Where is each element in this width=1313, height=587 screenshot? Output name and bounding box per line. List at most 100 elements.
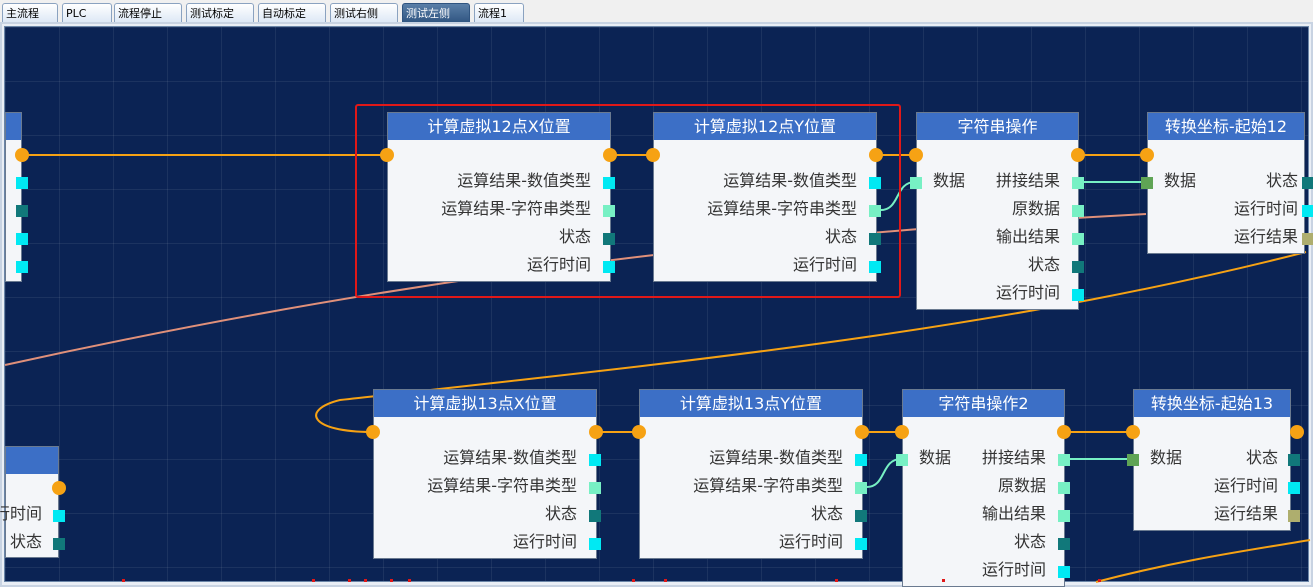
output-port[interactable] [855,538,867,550]
flow-out-port[interactable] [1071,148,1085,162]
output-label: 拼接结果 [981,448,1046,467]
output-label: 输出结果 [995,227,1060,246]
output-port[interactable] [1072,205,1084,217]
flow-out-port[interactable] [589,425,603,439]
output-label: 运行时间 [1233,199,1298,218]
input-port[interactable] [1141,177,1153,189]
input-port[interactable] [896,454,908,466]
ruler-mark [632,579,635,582]
node-title: 计算虚拟13点X位置 [374,390,596,417]
output-port[interactable] [589,538,601,550]
output-port[interactable] [16,261,28,273]
node-string-operation-2[interactable]: 字符串操作2 数据 拼接结果 原数据 输出结果 状态 运行时间 [903,390,1064,586]
flow-in-port[interactable] [1126,425,1140,439]
output-label: 运算结果-数值类型 [443,448,577,467]
input-label: 数据 [1164,171,1197,190]
flow-out-port[interactable] [52,481,66,495]
output-label: 状态 [1027,255,1060,274]
output-port[interactable] [53,538,65,550]
output-port[interactable] [855,454,867,466]
output-port[interactable] [1288,510,1300,522]
output-label: 运行时间 [0,504,42,523]
output-label: 运行结果 [1213,504,1278,523]
output-port[interactable] [1072,177,1084,189]
node-calc-13-x[interactable]: 计算虚拟13点X位置 运算结果-数值类型 运算结果-字符串类型 状态 运行时间 [374,390,596,558]
flow-out-port[interactable] [855,425,869,439]
output-port[interactable] [16,233,28,245]
output-port[interactable] [1072,289,1084,301]
node-title: 字符串操作 [917,113,1078,140]
flow-out-port[interactable] [1057,425,1071,439]
flow-out-port[interactable] [1290,425,1304,439]
output-port[interactable] [1058,566,1070,578]
output-port[interactable] [855,482,867,494]
ruler-mark [1098,579,1101,582]
flow-out-port[interactable] [15,148,29,162]
node-calc-13-y[interactable]: 计算虚拟13点Y位置 运算结果-数值类型 运算结果-字符串类型 状态 运行时间 [640,390,862,558]
output-port[interactable] [1302,233,1313,245]
flow-in-port[interactable] [366,425,380,439]
ruler-mark [408,579,411,582]
output-port[interactable] [1302,205,1313,217]
partial-node-bottom-left[interactable]: 运行时间 状态 [0,447,58,557]
output-label: 状态 [1265,171,1298,190]
output-port[interactable] [1302,177,1313,189]
ruler-mark [364,579,367,582]
ruler-mark [390,579,393,582]
node-string-operation[interactable]: 字符串操作 数据 拼接结果 原数据 输出结果 状态 运行时间 [917,113,1078,309]
input-port[interactable] [1127,454,1139,466]
output-label: 状态 [1013,532,1046,551]
input-label: 数据 [933,171,966,190]
output-port[interactable] [1288,454,1300,466]
node-header [6,113,21,140]
output-port[interactable] [589,510,601,522]
output-label: 运算结果-字符串类型 [427,476,577,495]
output-label: 拼接结果 [995,171,1060,190]
output-label: 运行时间 [981,560,1046,579]
partial-node-top-left[interactable] [6,113,21,281]
output-label: 运行时间 [995,283,1060,302]
output-label: 原数据 [1011,199,1060,218]
node-title: 转换坐标-起始12 [1148,113,1304,140]
output-port[interactable] [1072,261,1084,273]
ruler-mark [664,579,667,582]
ruler-mark [122,579,125,582]
output-port[interactable] [589,454,601,466]
flow-in-port[interactable] [909,148,923,162]
output-port[interactable] [16,205,28,217]
node-convert-coord-start-12[interactable]: 转换坐标-起始12 数据 状态 运行时间 运行结果 [1148,113,1304,253]
output-port[interactable] [589,482,601,494]
flow-in-port[interactable] [1140,148,1154,162]
output-port[interactable] [1058,454,1070,466]
output-port[interactable] [16,177,28,189]
output-port[interactable] [1072,233,1084,245]
node-title: 转换坐标-起始13 [1134,390,1290,417]
selection-rectangle [355,104,901,298]
node-title: 字符串操作2 [903,390,1064,417]
ruler-mark [942,579,945,582]
output-port[interactable] [1058,510,1070,522]
output-label: 运行时间 [1213,476,1278,495]
output-port[interactable] [1288,482,1300,494]
output-label: 原数据 [997,476,1046,495]
output-label: 运算结果-数值类型 [709,448,843,467]
node-convert-coord-start-13[interactable]: 转换坐标-起始13 数据 状态 运行时间 运行结果 [1134,390,1290,530]
ruler-mark [312,579,315,582]
node-title: 计算虚拟13点Y位置 [640,390,862,417]
output-label: 状态 [1245,448,1278,467]
output-port[interactable] [855,510,867,522]
ruler-mark [835,579,838,582]
output-label: 状态 [544,504,577,523]
output-port[interactable] [1058,538,1070,550]
output-label: 状态 [810,504,843,523]
input-port[interactable] [910,177,922,189]
flow-in-port[interactable] [895,425,909,439]
output-label: 运算结果-字符串类型 [693,476,843,495]
flow-in-port[interactable] [632,425,646,439]
output-label: 运行时间 [512,532,577,551]
output-port[interactable] [53,510,65,522]
output-label: 运行结果 [1233,227,1298,246]
ruler-mark [348,579,351,582]
node-header [6,447,58,474]
output-port[interactable] [1058,482,1070,494]
